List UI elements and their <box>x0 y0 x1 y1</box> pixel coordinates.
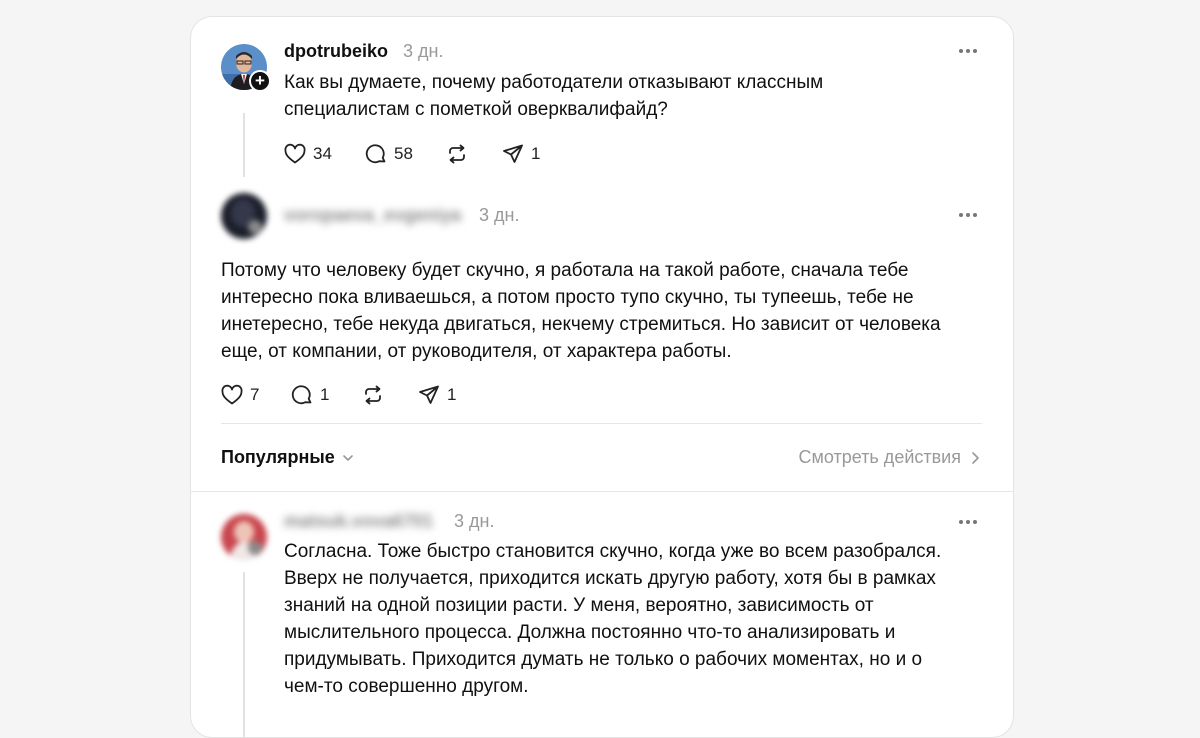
comment-icon <box>365 144 386 164</box>
share-icon <box>419 385 439 404</box>
thread-line <box>243 113 245 177</box>
heart-icon <box>284 143 306 164</box>
text-line: мыслительного процесса. Должна постоянно… <box>284 622 896 643</box>
share-count: 1 <box>447 385 457 404</box>
divider <box>221 423 982 424</box>
reply1-avatar[interactable] <box>221 193 267 239</box>
reply2-username[interactable]: matsuk.vova6701 <box>284 511 433 532</box>
more-icon[interactable] <box>958 519 978 525</box>
post-time: 3 дн. <box>403 41 444 61</box>
repost-icon <box>365 385 381 405</box>
share-count: 1 <box>531 144 541 163</box>
comment-button[interactable]: 58 <box>364 142 413 166</box>
sort-dropdown[interactable]: Популярные <box>221 447 355 468</box>
reply2-text: Согласна. Тоже быстро становится скучно,… <box>284 538 999 700</box>
share-button[interactable]: 1 <box>501 142 540 166</box>
more-icon[interactable] <box>958 48 978 54</box>
text-line: специалистам с пометкой оверквалифайд? <box>284 99 668 120</box>
avatar-image <box>221 193 267 239</box>
text-line: знаний на одной позиции расти. У меня, в… <box>284 595 874 616</box>
chevron-down-icon <box>342 454 353 461</box>
follow-plus-icon[interactable]: + <box>249 70 271 92</box>
view-activity-label: Смотреть действия <box>798 447 961 467</box>
repost-button[interactable] <box>361 383 385 407</box>
text-line: Согласна. Тоже быстро становится скучно,… <box>284 541 942 562</box>
like-button[interactable]: 34 <box>283 142 332 166</box>
reply1-text: Потому что человеку будет скучно, я рабо… <box>221 257 1001 365</box>
thread-line <box>243 572 245 737</box>
view-activity-link[interactable]: Смотреть действия <box>799 447 981 468</box>
share-button[interactable]: 1 <box>417 383 456 407</box>
divider <box>191 491 1013 492</box>
reply1-username[interactable]: voropaeva_evgeniya <box>284 205 461 226</box>
post-username[interactable]: dpotrubeiko <box>284 41 388 62</box>
text-line: Как вы думаете, почему работодатели отка… <box>284 72 824 93</box>
thread-card: + dpotrubeiko 3 дн. Как вы думаете, поче… <box>190 16 1014 738</box>
avatar-image <box>221 514 267 560</box>
comment-count: 58 <box>394 144 413 163</box>
share-icon <box>503 144 523 163</box>
text-line: инетересно, тебе некуда двигаться, некче… <box>221 314 941 335</box>
reply2-time: 3 дн. <box>454 511 495 531</box>
reply2-avatar[interactable] <box>221 514 267 560</box>
text-line: Потому что человеку будет скучно, я рабо… <box>221 260 909 281</box>
like-button[interactable]: 7 <box>220 383 259 407</box>
repost-button[interactable] <box>445 142 469 166</box>
text-line: Вверх не получается, приходится искать д… <box>284 568 936 589</box>
repost-icon <box>449 144 465 164</box>
comment-icon <box>291 385 312 405</box>
reply1-time: 3 дн. <box>479 205 520 225</box>
chevron-right-icon <box>972 451 979 464</box>
sort-label: Популярные <box>221 447 335 467</box>
text-line: интересно пока вливаешься, а потом прост… <box>221 287 914 308</box>
comment-button[interactable]: 1 <box>290 383 329 407</box>
like-count: 34 <box>313 144 332 163</box>
more-icon[interactable] <box>958 212 978 218</box>
comment-count: 1 <box>320 385 330 404</box>
text-line: еще, от компании, от руководителя, от ха… <box>221 341 732 362</box>
text-line: придумывать. Приходится думать не только… <box>284 649 923 670</box>
post-text: Как вы думаете, почему работодатели отка… <box>284 69 974 123</box>
like-count: 7 <box>250 385 260 404</box>
heart-icon <box>221 384 243 405</box>
text-line: чем-то совершенно другом. <box>284 676 529 697</box>
